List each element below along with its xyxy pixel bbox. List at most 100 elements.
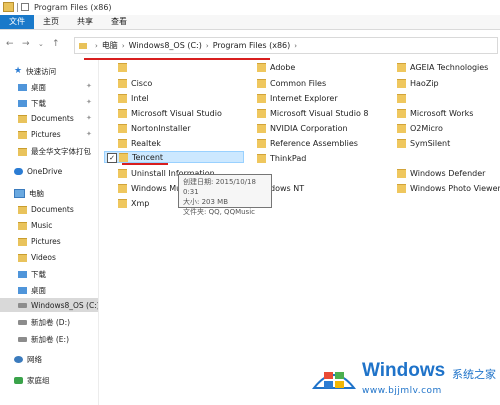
up-arrow-icon[interactable]: ↑ (52, 39, 60, 49)
folder-icon (3, 2, 14, 12)
folder-icon (397, 63, 406, 72)
nav-network[interactable]: 网络 (14, 354, 42, 365)
folder-item[interactable]: Microsoft Works (397, 109, 473, 118)
folder-label: Xmp (131, 199, 150, 208)
recent-locations-chevron-icon[interactable]: ⌄ (38, 40, 44, 48)
nav-drive-e[interactable]: 新加卷 (E:) (18, 334, 69, 345)
forward-arrow-icon[interactable]: → (22, 39, 30, 49)
folder-label: O2Micro (410, 124, 443, 133)
folder-icon (118, 63, 127, 72)
tab-share[interactable]: 共享 (68, 15, 102, 29)
nav-this-pc[interactable]: 电脑 (14, 188, 44, 199)
folder-item[interactable]: Intel (118, 94, 149, 103)
folder-icon (118, 109, 127, 118)
nav-pc-desktop[interactable]: 桌面 (18, 285, 46, 296)
pane-splitter[interactable] (98, 60, 99, 405)
folder-label: NVIDIA Corporation (270, 124, 348, 133)
tab-file[interactable]: 文件 (0, 15, 34, 29)
nav-label: Pictures (31, 237, 61, 246)
star-icon: ★ (14, 66, 23, 76)
folder-icon (257, 94, 266, 103)
folder-item[interactable]: Microsoft Visual Studio (118, 109, 222, 118)
homegroup-icon (14, 377, 23, 384)
folder-item[interactable]: Adobe (257, 63, 295, 72)
folder-icon (118, 124, 127, 133)
tooltip-contents: 文件夹: QQ, QQMusic (183, 208, 255, 216)
back-arrow-icon[interactable]: ← (6, 39, 14, 49)
pin-icon[interactable]: ✦ (86, 114, 92, 122)
pin-icon[interactable]: ✦ (86, 98, 92, 106)
downloads-icon (18, 271, 27, 278)
folder-item[interactable]: O2Micro (397, 124, 443, 133)
nav-homegroup[interactable]: 家庭组 (14, 375, 50, 386)
nav-pc-documents[interactable]: Documents (18, 205, 74, 214)
folder-icon (397, 124, 406, 133)
folder-item[interactable]: AGEIA Technologies (397, 63, 488, 72)
nav-label: Videos (31, 253, 56, 262)
folder-item[interactable]: Common Files (257, 79, 326, 88)
folder-label: Microsoft Visual Studio (131, 109, 222, 118)
address-bar[interactable]: › 电脑 › Windows8_OS (C:) › Program Files … (74, 37, 498, 54)
nav-documents[interactable]: Documents (18, 114, 74, 123)
pin-icon[interactable]: ✦ (86, 130, 92, 138)
quick-access-toolbar-icon[interactable] (21, 3, 29, 11)
folder-item[interactable]: Microsoft Visual Studio 8 (257, 109, 369, 118)
nav-desktop[interactable]: 桌面 (18, 82, 46, 93)
nav-music[interactable]: Music (18, 221, 52, 230)
folder-item[interactable]: NVIDIA Corporation (257, 124, 348, 133)
folder-item[interactable]: Windows Photo Viewer (397, 184, 500, 193)
folder-label: Realtek (131, 139, 161, 148)
folder-item[interactable]: SymSilent (397, 139, 450, 148)
folder-item[interactable] (397, 94, 410, 103)
nav-pictures[interactable]: Pictures (18, 130, 61, 139)
breadcrumb-drive[interactable]: Windows8_OS (C:) (129, 41, 202, 50)
checkbox-checked[interactable]: ✓ (107, 153, 117, 163)
breadcrumb-folder[interactable]: Program Files (x86) (213, 41, 291, 50)
folder-icon (118, 139, 127, 148)
folder-item[interactable]: HaoZip (397, 79, 439, 88)
folder-icon (119, 152, 128, 162)
folder-item[interactable]: Cisco (118, 79, 152, 88)
nav-label: 快速访问 (26, 67, 57, 76)
nav-quick-access[interactable]: ★ 快速访问 (14, 66, 56, 77)
breadcrumb-pc[interactable]: 电脑 (102, 40, 118, 51)
folder-label: Cisco (131, 79, 153, 88)
folder-label: Microsoft Visual Studio 8 (270, 109, 369, 118)
nav-label: Documents (31, 114, 74, 123)
pin-icon[interactable]: ✦ (86, 82, 92, 90)
nav-label: 电脑 (29, 189, 44, 198)
folder-item-selected[interactable]: Tencent (104, 151, 244, 163)
folder-item[interactable]: ThinkPad (257, 154, 306, 163)
nav-onedrive[interactable]: OneDrive (14, 167, 62, 176)
tab-home[interactable]: 主页 (34, 15, 68, 29)
nav-label: OneDrive (27, 167, 63, 176)
folder-icon (397, 79, 406, 88)
folder-item[interactable]: Xmp (118, 199, 149, 208)
folder-item[interactable]: Windows Defender (397, 169, 485, 178)
tab-view[interactable]: 查看 (102, 15, 136, 29)
nav-pc-pictures[interactable]: Pictures (18, 237, 61, 246)
nav-pc-downloads[interactable]: 下载 (18, 269, 46, 280)
chevron-right-icon: › (121, 41, 125, 50)
folder-label: AGEIA Technologies (410, 63, 489, 72)
drive-icon (18, 302, 27, 308)
nav-drive-c[interactable]: Windows8_OS (C:) (0, 298, 100, 312)
nav-font-pack[interactable]: 最全华文字体打包 (18, 146, 91, 157)
desktop-icon (18, 84, 27, 91)
folder-item[interactable]: Realtek (118, 139, 161, 148)
selection-highlight-underline (122, 163, 168, 165)
nav-drive-d[interactable]: 新加卷 (D:) (18, 317, 70, 328)
folder-item[interactable]: Internet Explorer (257, 94, 338, 103)
folder-item[interactable]: Windows Mult (118, 184, 187, 193)
nav-videos[interactable]: Videos (18, 253, 56, 262)
folder-item[interactable] (118, 63, 131, 72)
nav-label: 桌面 (31, 286, 46, 295)
folder-label: dows NT (270, 184, 305, 193)
chevron-right-icon: › (294, 41, 298, 50)
folder-item[interactable]: Reference Assemblies (257, 139, 358, 148)
folder-item[interactable]: NortonInstaller (118, 124, 191, 133)
navigation-row: ← → ⌄ ↑ › 电脑 › Windows8_OS (C:) › Progra… (0, 30, 500, 58)
folder-icon (18, 147, 27, 156)
windows-logo-icon (312, 372, 356, 389)
nav-downloads[interactable]: 下载 (18, 98, 46, 109)
